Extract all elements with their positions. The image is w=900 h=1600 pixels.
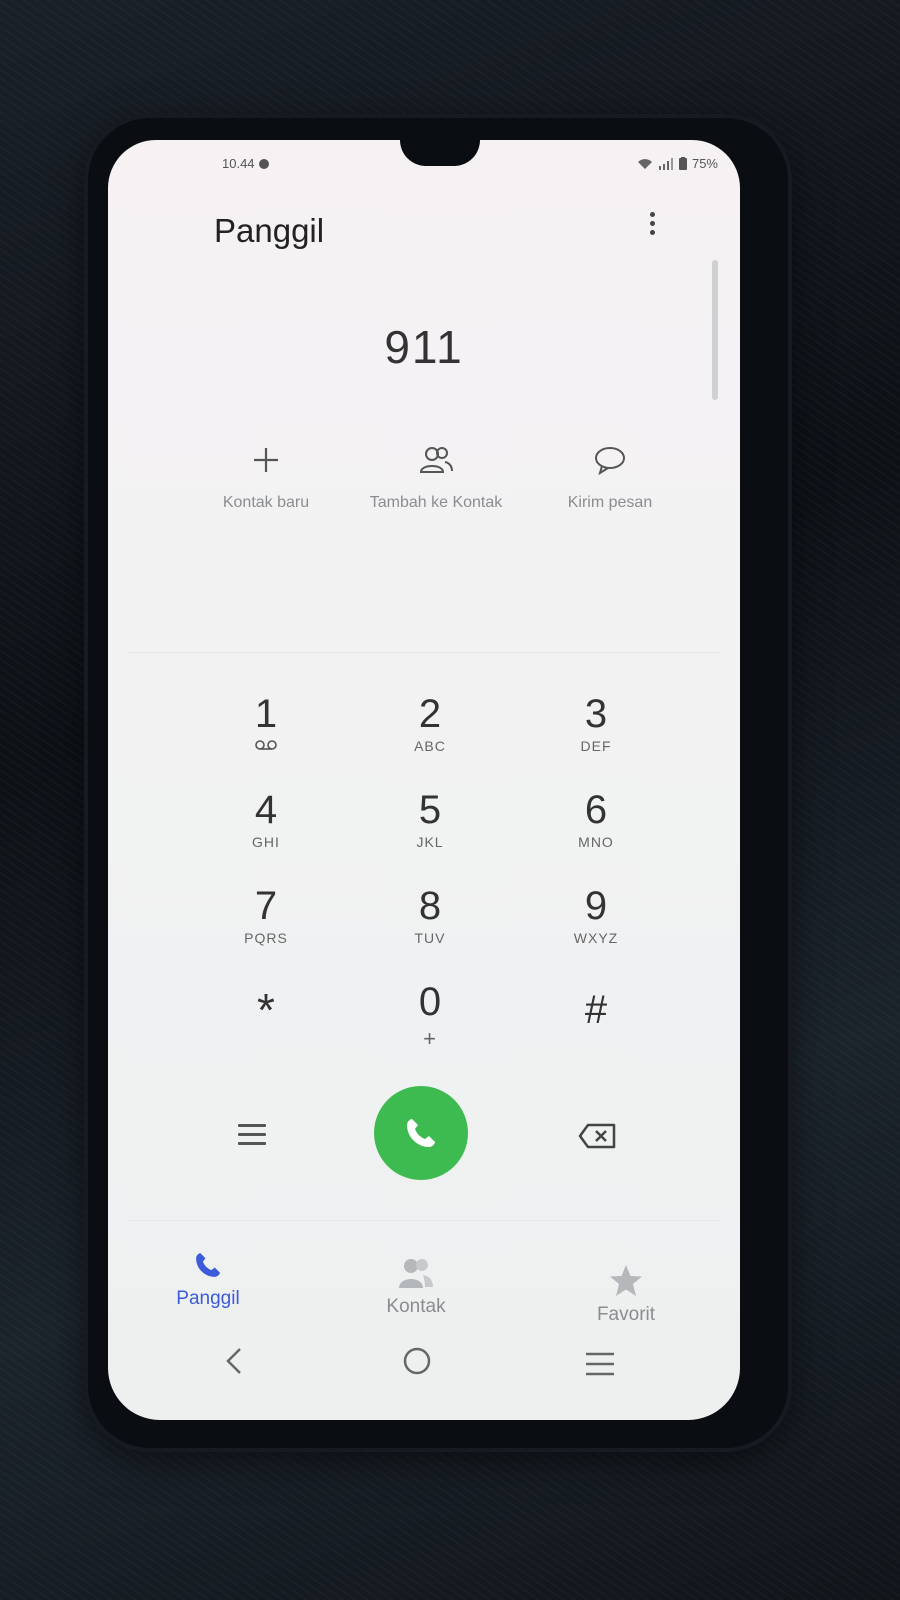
key-digit: 8 xyxy=(418,884,442,928)
key-0[interactable]: 0 + xyxy=(360,980,500,1070)
battery-level: 75% xyxy=(691,156,718,171)
contacts-icon xyxy=(316,1254,516,1292)
tab-label: Favorit xyxy=(596,1304,656,1325)
status-time: 10.44 xyxy=(222,156,269,171)
send-message-label: Kirim pesan xyxy=(567,494,653,511)
key-letters: + xyxy=(423,1026,437,1051)
key-digit: 7 xyxy=(254,884,278,928)
key-1[interactable]: 1 xyxy=(196,692,336,782)
key-5[interactable]: 5 JKL xyxy=(360,788,500,878)
key-letters: GHI xyxy=(252,834,280,850)
voicemail-icon xyxy=(196,738,336,754)
tab-favorit[interactable]: Favorit xyxy=(526,1262,726,1326)
camera-notch xyxy=(400,140,480,166)
key-digit: 4 xyxy=(254,788,278,832)
call-button[interactable] xyxy=(374,1086,468,1180)
system-nav-bar xyxy=(108,1336,740,1396)
phone-icon xyxy=(108,1246,308,1284)
star-icon xyxy=(526,1262,726,1300)
more-options-icon[interactable] xyxy=(642,208,662,238)
key-digit: 2 xyxy=(418,692,442,736)
send-message-button[interactable]: Kirim pesan xyxy=(510,440,710,512)
key-star[interactable]: * xyxy=(196,984,336,1078)
contacts-icon xyxy=(336,440,536,480)
message-icon xyxy=(510,440,710,480)
back-icon[interactable] xyxy=(224,1346,244,1376)
phone-screen: 10.44 75% Panggil 911 Kontak baru Tambah… xyxy=(108,140,740,1420)
dial-controls xyxy=(108,1086,740,1186)
tab-kontak[interactable]: Kontak xyxy=(316,1254,516,1318)
key-digit: 0 xyxy=(418,980,442,1024)
key-7[interactable]: 7 PQRS xyxy=(196,884,336,974)
key-letters: JKL xyxy=(416,834,444,850)
key-digit: * xyxy=(257,984,275,1036)
key-digit: 9 xyxy=(584,884,608,928)
backspace-icon[interactable] xyxy=(578,1122,618,1155)
recents-icon[interactable] xyxy=(584,1350,616,1378)
key-4[interactable]: 4 GHI xyxy=(196,788,336,878)
key-3[interactable]: 3 DEF xyxy=(526,692,666,782)
key-letters: MNO xyxy=(578,834,614,850)
key-8[interactable]: 8 TUV xyxy=(360,884,500,974)
key-digit: # xyxy=(584,988,608,1032)
key-digit: 3 xyxy=(584,692,608,736)
tab-divider xyxy=(128,1220,720,1221)
key-letters: TUV xyxy=(414,930,446,946)
key-9[interactable]: 9 WXYZ xyxy=(526,884,666,974)
signal-icon xyxy=(658,157,673,170)
key-letters: ABC xyxy=(414,738,446,754)
battery-icon xyxy=(678,157,687,170)
status-right: 75% xyxy=(637,156,718,171)
key-digit: 1 xyxy=(254,692,278,736)
home-icon[interactable] xyxy=(402,1346,432,1376)
add-to-contact-button[interactable]: Tambah ke Kontak xyxy=(336,440,536,512)
notification-icon xyxy=(258,159,269,169)
add-to-contact-label: Tambah ke Kontak xyxy=(369,494,503,511)
tab-label: Panggil xyxy=(176,1288,240,1309)
key-letters: DEF xyxy=(580,738,612,754)
key-hash[interactable]: # xyxy=(526,988,666,1078)
key-letters: PQRS xyxy=(244,930,288,946)
wifi-icon xyxy=(637,158,652,169)
key-6[interactable]: 6 MNO xyxy=(526,788,666,878)
dialed-number[interactable]: 911 xyxy=(108,320,740,374)
divider xyxy=(128,652,720,653)
page-title: Panggil xyxy=(214,212,325,249)
key-letters: WXYZ xyxy=(573,930,619,946)
phone-icon xyxy=(407,1119,435,1147)
key-2[interactable]: 2 ABC xyxy=(360,692,500,782)
menu-icon[interactable] xyxy=(232,1116,272,1152)
key-digit: 5 xyxy=(418,788,442,832)
tab-label: Kontak xyxy=(386,1296,446,1317)
key-digit: 6 xyxy=(584,788,608,832)
tab-panggil[interactable]: Panggil xyxy=(108,1246,308,1310)
